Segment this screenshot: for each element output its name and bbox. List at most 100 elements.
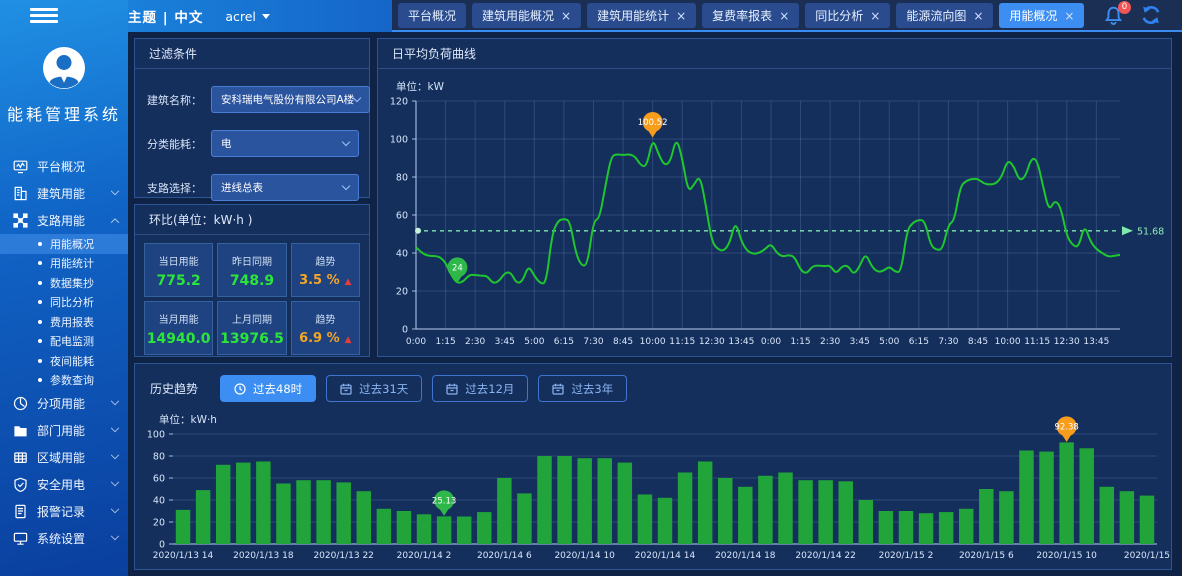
svg-text:11:15: 11:15: [669, 337, 695, 347]
submenu-item-parameter-query[interactable]: 参数查询: [0, 371, 128, 391]
circuit-select[interactable]: 进线总表: [211, 174, 359, 201]
submenu-item-yoy-analysis[interactable]: 同比分析: [0, 293, 128, 313]
chevron-down-icon: [111, 477, 119, 485]
close-icon[interactable]: ×: [1064, 10, 1074, 22]
svg-text:8:45: 8:45: [968, 337, 988, 347]
range-button-48h[interactable]: 过去48时: [220, 375, 316, 402]
close-icon[interactable]: ×: [561, 10, 571, 22]
chevron-down-icon: [353, 94, 361, 102]
sidebar-item-platform-overview[interactable]: 平台概况: [0, 153, 128, 180]
tab-building-energy-overview[interactable]: 建筑用能概况 ×: [472, 3, 581, 28]
svg-text:25.13: 25.13: [432, 496, 456, 506]
chevron-down-icon: [342, 138, 350, 146]
report-icon: [13, 504, 28, 519]
building-name-select[interactable]: 安科瑞电气股份有限公司A楼: [211, 86, 370, 113]
branch-icon: [13, 213, 28, 228]
svg-text:2020/1/14 18: 2020/1/14 18: [715, 551, 776, 561]
svg-text:6:15: 6:15: [554, 337, 574, 347]
svg-text:13:45: 13:45: [1083, 337, 1109, 347]
sidebar-item-branch-energy[interactable]: 支路用能: [0, 207, 128, 234]
submenu-item-distribution-monitor[interactable]: 配电监测: [0, 332, 128, 352]
cell-today-energy: 当日用能 775.2: [144, 243, 213, 297]
filter-panel: 过滤条件 建筑名称： 安科瑞电气股份有限公司A楼 分类能耗： 电 支路选择： 进…: [134, 38, 370, 198]
history-header: 历史趋势 过去48时 过去31天 过去12月 过去3年: [135, 364, 1171, 402]
history-trend-panel: 历史趋势 过去48时 过去31天 过去12月 过去3年 单位：kW·h 0204…: [134, 363, 1172, 570]
close-icon[interactable]: ×: [870, 10, 880, 22]
close-icon[interactable]: ×: [779, 10, 789, 22]
submenu-item-energy-statistics[interactable]: 用能统计: [0, 254, 128, 274]
svg-text:2020/1/15: 2020/1/15: [1124, 551, 1170, 561]
line-chart-unit: 单位：kW: [396, 79, 444, 94]
notification-badge: 0: [1118, 1, 1131, 14]
ring-panel-title: 环比(单位：kW·h ): [135, 205, 369, 235]
topbar-actions: 0: [1103, 3, 1182, 29]
svg-text:120: 120: [390, 97, 408, 108]
submenu-item-energy-overview[interactable]: 用能概况: [0, 234, 128, 254]
energy-type-select[interactable]: 电: [211, 130, 359, 157]
tab-building-energy-statistics[interactable]: 建筑用能统计 ×: [587, 3, 696, 28]
bar-chart-unit: 单位：kW·h: [159, 412, 217, 427]
bullet-icon: [38, 378, 42, 382]
bullet-icon: [38, 261, 42, 265]
bullet-icon: [38, 300, 42, 304]
svg-text:0: 0: [159, 540, 165, 551]
bullet-icon: [38, 281, 42, 285]
chevron-up-icon: [111, 218, 119, 226]
svg-text:100: 100: [147, 430, 165, 441]
svg-text:2:30: 2:30: [465, 337, 485, 347]
sidebar-item-building-energy[interactable]: 建筑用能: [0, 180, 128, 207]
chevron-down-icon: [111, 504, 119, 512]
sidebar-item-electrical-safety[interactable]: 安全用电: [0, 471, 128, 498]
notification-bell-icon[interactable]: 0: [1103, 5, 1124, 29]
tab-yoy-analysis[interactable]: 同比分析 ×: [805, 3, 890, 28]
svg-text:51.68: 51.68: [1137, 226, 1164, 237]
settings-icon: [13, 531, 28, 546]
submenu-item-night-energy[interactable]: 夜间能耗: [0, 351, 128, 371]
svg-text:0: 0: [402, 325, 408, 336]
tab-platform-overview[interactable]: 平台概况: [398, 3, 466, 28]
svg-text:100: 100: [390, 135, 408, 146]
chevron-down-icon: [111, 396, 119, 404]
range-button-3y[interactable]: 过去3年: [538, 375, 627, 402]
theme-language-switcher[interactable]: 主题 | 中文: [128, 6, 203, 26]
svg-text:2020/1/15 2: 2020/1/15 2: [879, 551, 934, 561]
tab-energy-overview[interactable]: 用能概况 ×: [999, 3, 1084, 28]
svg-text:2020/1/14 14: 2020/1/14 14: [635, 551, 696, 561]
calendar-icon: [552, 383, 564, 395]
submenu-item-data-collection[interactable]: 数据集抄: [0, 273, 128, 293]
svg-text:20: 20: [396, 287, 408, 298]
svg-text:2020/1/14 22: 2020/1/14 22: [795, 551, 855, 561]
sidebar-menu: 平台概况 建筑用能 支路用能 用能概况 用能统计 数据集抄 同比分析 费用报表 …: [0, 153, 128, 552]
user-dropdown[interactable]: acrel: [225, 9, 270, 24]
svg-text:10:00: 10:00: [995, 337, 1021, 347]
tab-energy-flow-diagram[interactable]: 能源流向图 ×: [896, 3, 993, 28]
caret-down-icon: [262, 14, 270, 19]
topbar-left: 主题 | 中文 acrel: [128, 0, 392, 32]
history-bar-chart: 0204060801002020/1/13 142020/1/13 182020…: [145, 428, 1163, 566]
trend-up-icon: ▲: [345, 277, 352, 287]
energy-type-label: 分类能耗：: [147, 136, 211, 152]
tab-tariff-report[interactable]: 复费率报表 ×: [702, 3, 799, 28]
shield-icon: [13, 477, 28, 492]
sidebar-item-region-energy[interactable]: 区域用能: [0, 444, 128, 471]
hamburger-menu-icon[interactable]: [30, 8, 58, 24]
sidebar-item-department-energy[interactable]: 部门用能: [0, 417, 128, 444]
ring-comparison-table: 当日用能 775.2 昨日同期 748.9 趋势 3.5 %▲ 当月用能 149…: [144, 243, 360, 355]
sidebar-item-subitem-energy[interactable]: 分项用能: [0, 390, 128, 417]
refresh-icon[interactable]: [1140, 4, 1162, 29]
load-curve-title: 日平均负荷曲线: [378, 39, 1171, 69]
range-button-31d[interactable]: 过去31天: [326, 375, 422, 402]
range-button-12m[interactable]: 过去12月: [432, 375, 528, 402]
load-curve-chart: 0:001:152:303:455:006:157:308:4510:0011:…: [382, 93, 1170, 355]
submenu-item-cost-report[interactable]: 费用报表: [0, 312, 128, 332]
building-name-label: 建筑名称：: [147, 92, 211, 108]
svg-text:2020/1/14 2: 2020/1/14 2: [397, 551, 452, 561]
open-tabs: 平台概况 建筑用能概况 × 建筑用能统计 × 复费率报表 × 同比分析 × 能源…: [398, 3, 1084, 28]
sidebar-item-system-settings[interactable]: 系统设置: [0, 525, 128, 552]
close-icon[interactable]: ×: [973, 10, 983, 22]
sidebar-item-alarm-records[interactable]: 报警记录: [0, 498, 128, 525]
svg-text:40: 40: [153, 496, 165, 507]
svg-text:12:30: 12:30: [1054, 337, 1080, 347]
close-icon[interactable]: ×: [676, 10, 686, 22]
cell-month-trend: 趋势 6.9 %▲: [291, 301, 360, 355]
